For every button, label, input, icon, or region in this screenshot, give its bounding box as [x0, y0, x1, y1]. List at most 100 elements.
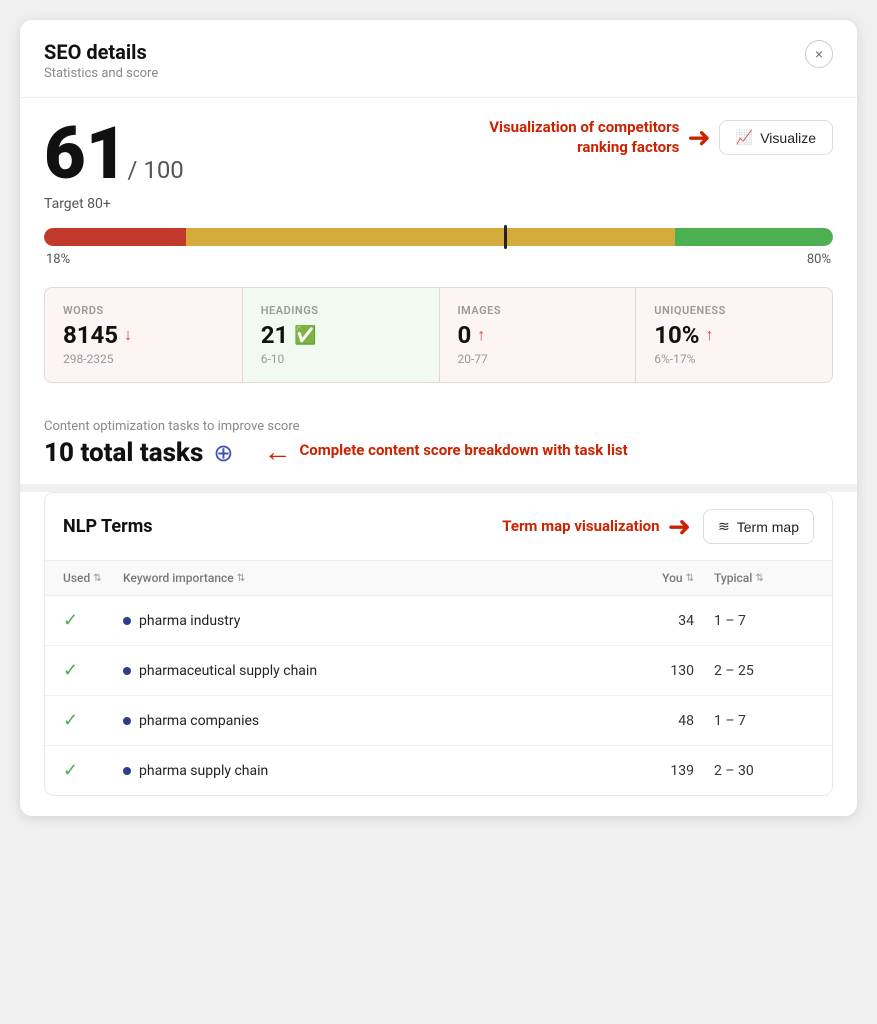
stat-card-words: WORDS 8145 ↓ 298-2325 — [45, 288, 242, 382]
col-used-filter-icon[interactable]: ⇅ — [93, 573, 101, 584]
stat-images-value: 0 — [458, 321, 472, 349]
nlp-column-headers: Used ⇅ Keyword importance ⇅ You ⇅ Typica… — [45, 560, 832, 596]
headings-check-icon: ✅ — [294, 325, 316, 346]
slider-track — [44, 228, 833, 246]
row3-check-icon: ✓ — [63, 710, 123, 731]
score-left: 61/ 100 Target 80+ — [44, 118, 184, 212]
row1-term: pharma industry — [139, 613, 240, 629]
row4-dot-icon — [123, 767, 131, 775]
arrow-right-icon: ➜ — [687, 121, 710, 154]
stat-images-value-row: 0 ↑ — [458, 321, 618, 349]
nlp-section: NLP Terms Term map visualization ➜ ≋ Ter… — [44, 492, 833, 796]
row1-you-val: 34 — [634, 613, 714, 629]
arrow-left-icon: ← — [263, 435, 291, 468]
row1-term-cell: pharma industry — [123, 613, 634, 629]
row4-check-icon: ✓ — [63, 760, 123, 781]
stat-headings-label: HEADINGS — [261, 304, 421, 317]
col-keyword-filter-icon[interactable]: ⇅ — [237, 573, 245, 584]
row4-term: pharma supply chain — [139, 763, 268, 779]
tasks-callout-text: Complete content score breakdown with ta… — [299, 441, 627, 461]
row2-term-cell: pharmaceutical supply chain — [123, 663, 634, 679]
panel-title: SEO details — [44, 40, 158, 64]
row1-dot-icon — [123, 617, 131, 625]
slider-marker — [504, 225, 507, 249]
header-text: SEO details Statistics and score — [44, 40, 158, 81]
col-used-label: Used — [63, 571, 90, 585]
tasks-title: 10 total tasks — [44, 438, 203, 468]
tasks-section: Content optimization tasks to improve sc… — [20, 403, 857, 484]
col-typical-label: Typical — [714, 571, 752, 585]
chart-icon: 📈 — [736, 129, 753, 146]
close-icon: × — [815, 46, 823, 62]
slider-right-label: 80% — [807, 252, 831, 267]
row2-you-val: 130 — [634, 663, 714, 679]
row3-you-val: 48 — [634, 713, 714, 729]
stat-uniqueness-value: 10% — [654, 321, 699, 349]
stat-headings-value: 21 — [261, 321, 289, 349]
score-section: 61/ 100 Target 80+ Visualization of comp… — [20, 98, 857, 228]
row3-term: pharma companies — [139, 713, 259, 729]
stat-uniqueness-value-row: 10% ↑ — [654, 321, 814, 349]
score-denominator: / 100 — [127, 156, 183, 184]
stat-words-label: WORDS — [63, 304, 224, 317]
visualize-callout: Visualization of competitors ranking fac… — [459, 118, 833, 157]
stat-images-range: 20-77 — [458, 352, 618, 366]
words-down-arrow-icon: ↓ — [124, 325, 132, 345]
slider-green-segment — [675, 228, 833, 246]
slider-labels: 18% 80% — [44, 252, 833, 267]
close-button[interactable]: × — [805, 40, 833, 68]
col-typical-filter-icon[interactable]: ⇅ — [755, 573, 763, 584]
uniqueness-up-arrow-icon: ↑ — [706, 325, 714, 345]
row4-typical-val: 2 – 30 — [714, 763, 814, 779]
panel-header: SEO details Statistics and score × — [20, 20, 857, 98]
stat-words-value-row: 8145 ↓ — [63, 321, 224, 349]
score-display: 61/ 100 — [44, 118, 184, 190]
row2-term: pharmaceutical supply chain — [139, 663, 317, 679]
stat-card-images: IMAGES 0 ↑ 20-77 — [439, 288, 636, 382]
term-map-button[interactable]: ≋ Term map — [703, 509, 814, 544]
score-right: Visualization of competitors ranking fac… — [459, 118, 833, 157]
row1-typical-val: 1 – 7 — [714, 613, 814, 629]
nlp-title: NLP Terms — [63, 516, 153, 537]
stats-grid: WORDS 8145 ↓ 298-2325 HEADINGS 21 ✅ 6-10… — [44, 287, 833, 383]
images-up-arrow-icon: ↑ — [477, 325, 485, 345]
stat-card-headings: HEADINGS 21 ✅ 6-10 — [242, 288, 439, 382]
col-you-filter-icon[interactable]: ⇅ — [686, 573, 694, 584]
row2-check-icon: ✓ — [63, 660, 123, 681]
row4-term-cell: pharma supply chain — [123, 763, 634, 779]
stat-card-uniqueness: UNIQUENESS 10% ↑ 6%-17% — [635, 288, 832, 382]
stat-uniqueness-label: UNIQUENESS — [654, 304, 814, 317]
tasks-circle-arrow-icon[interactable]: ⊕ — [213, 439, 233, 467]
nlp-row-1: ✓ pharma industry 34 1 – 7 — [45, 596, 832, 646]
col-you-label: You — [662, 571, 682, 585]
stat-images-label: IMAGES — [458, 304, 618, 317]
term-map-callout: Term map visualization ➜ — [502, 510, 691, 543]
nlp-row-2: ✓ pharmaceutical supply chain 130 2 – 25 — [45, 646, 832, 696]
col-used: Used ⇅ — [63, 571, 123, 585]
nlp-header: NLP Terms Term map visualization ➜ ≋ Ter… — [45, 493, 832, 560]
slider-section: 18% 80% — [20, 228, 857, 287]
term-map-button-label: Term map — [737, 519, 799, 535]
nlp-right: Term map visualization ➜ ≋ Term map — [502, 509, 814, 544]
stats-section: WORDS 8145 ↓ 298-2325 HEADINGS 21 ✅ 6-10… — [20, 287, 857, 403]
col-keyword: Keyword importance ⇅ — [123, 571, 634, 585]
section-divider — [20, 484, 857, 492]
row1-check-icon: ✓ — [63, 610, 123, 631]
visualize-button[interactable]: 📈 Visualize — [719, 120, 833, 155]
stat-headings-range: 6-10 — [261, 352, 421, 366]
col-typical: Typical ⇅ — [714, 571, 814, 585]
row4-you-val: 139 — [634, 763, 714, 779]
row3-typical-val: 1 – 7 — [714, 713, 814, 729]
tasks-row: 10 total tasks ⊕ ← Complete content scor… — [44, 434, 833, 468]
nlp-row-4: ✓ pharma supply chain 139 2 – 30 — [45, 746, 832, 795]
col-keyword-label: Keyword importance — [123, 571, 234, 585]
tasks-main-left: 10 total tasks ⊕ — [44, 438, 233, 468]
panel-subtitle: Statistics and score — [44, 66, 158, 81]
col-you: You ⇅ — [634, 571, 714, 585]
nlp-row-3: ✓ pharma companies 48 1 – 7 — [45, 696, 832, 746]
term-map-callout-text: Term map visualization — [502, 517, 659, 537]
stat-words-value: 8145 — [63, 321, 118, 349]
stat-headings-value-row: 21 ✅ — [261, 321, 421, 349]
tasks-callout: ← Complete content score breakdown with … — [263, 435, 627, 468]
tasks-subtitle: Content optimization tasks to improve sc… — [44, 419, 833, 434]
